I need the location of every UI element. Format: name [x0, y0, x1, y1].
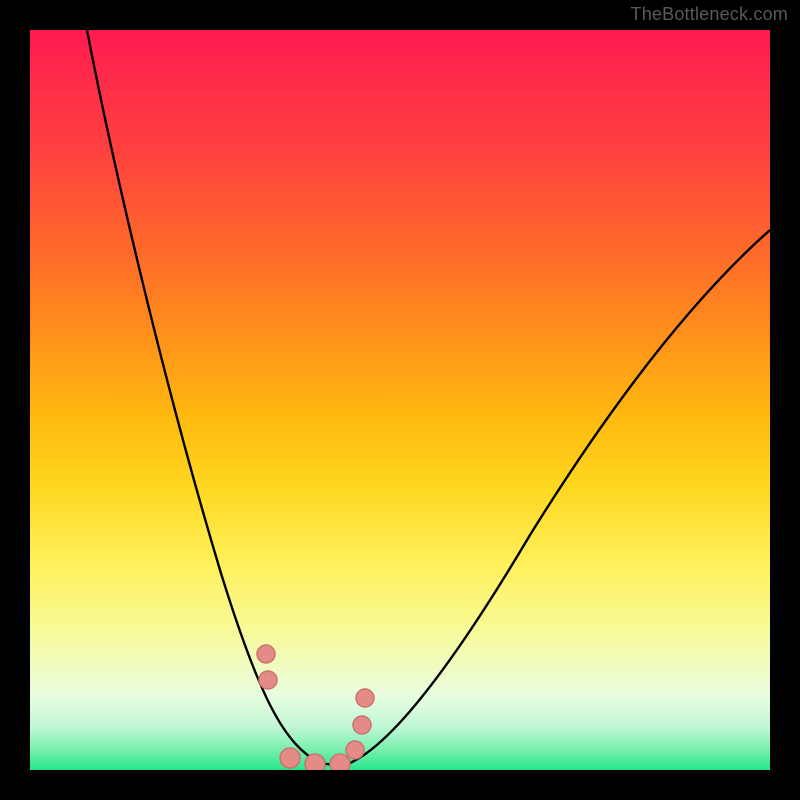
marker-dot [259, 671, 277, 689]
marker-dot [346, 741, 364, 759]
marker-group [257, 645, 374, 770]
chart-frame: TheBottleneck.com [0, 0, 800, 800]
marker-dot [305, 754, 325, 770]
watermark-text: TheBottleneck.com [631, 4, 788, 25]
chart-plot-area [30, 30, 770, 770]
marker-dot [257, 645, 275, 663]
left-curve [87, 30, 320, 763]
marker-dot [356, 689, 374, 707]
marker-dot [353, 716, 371, 734]
right-curve [350, 230, 770, 763]
marker-dot [330, 754, 350, 770]
chart-svg [30, 30, 770, 770]
marker-dot [280, 748, 300, 768]
